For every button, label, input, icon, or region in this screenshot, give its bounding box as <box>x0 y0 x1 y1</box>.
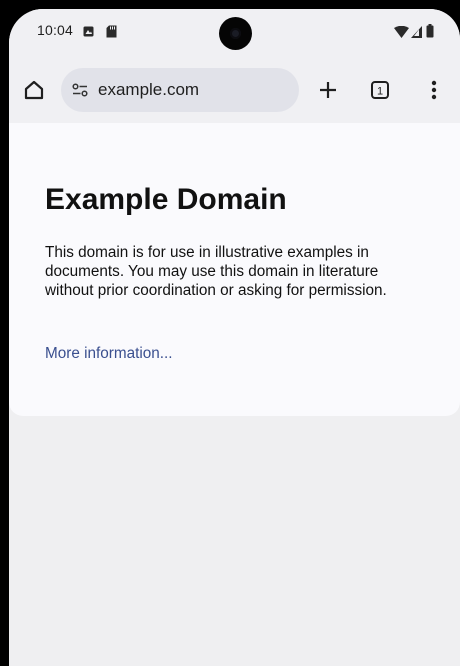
address-bar[interactable]: example.com <box>61 68 299 112</box>
web-page-content: Example Domain This domain is for use in… <box>9 123 460 416</box>
new-tab-icon <box>320 82 336 98</box>
tab-switcher-button[interactable]: 1 <box>363 73 397 107</box>
browser-toolbar: example.com 1 <box>9 57 460 124</box>
more-information-link[interactable]: More information... <box>45 345 173 363</box>
tab-switcher-icon: 1 <box>371 81 389 99</box>
wifi-icon <box>394 26 409 38</box>
page-title: Example Domain <box>45 183 287 216</box>
site-settings-button[interactable] <box>70 80 90 100</box>
more-options-button[interactable] <box>419 73 449 107</box>
tab-count: 1 <box>377 86 383 98</box>
home-button[interactable] <box>17 74 51 106</box>
sd-card-icon <box>106 25 117 38</box>
home-icon <box>24 80 44 100</box>
site-settings-icon <box>72 83 88 97</box>
front-camera <box>219 17 252 50</box>
status-bar: 10:04 <box>9 9 460 57</box>
status-time: 10:04 <box>37 22 74 38</box>
page-description: This domain is for use in illustrative e… <box>45 244 387 299</box>
url-text: example.com <box>98 80 200 99</box>
phone-screen: 10:04 example.com 1 Example Domain This … <box>9 9 460 666</box>
battery-icon <box>426 24 434 38</box>
new-tab-button[interactable] <box>311 73 345 107</box>
signal-icon <box>411 26 422 38</box>
more-options-icon <box>431 80 437 100</box>
notification-icon <box>83 26 94 37</box>
